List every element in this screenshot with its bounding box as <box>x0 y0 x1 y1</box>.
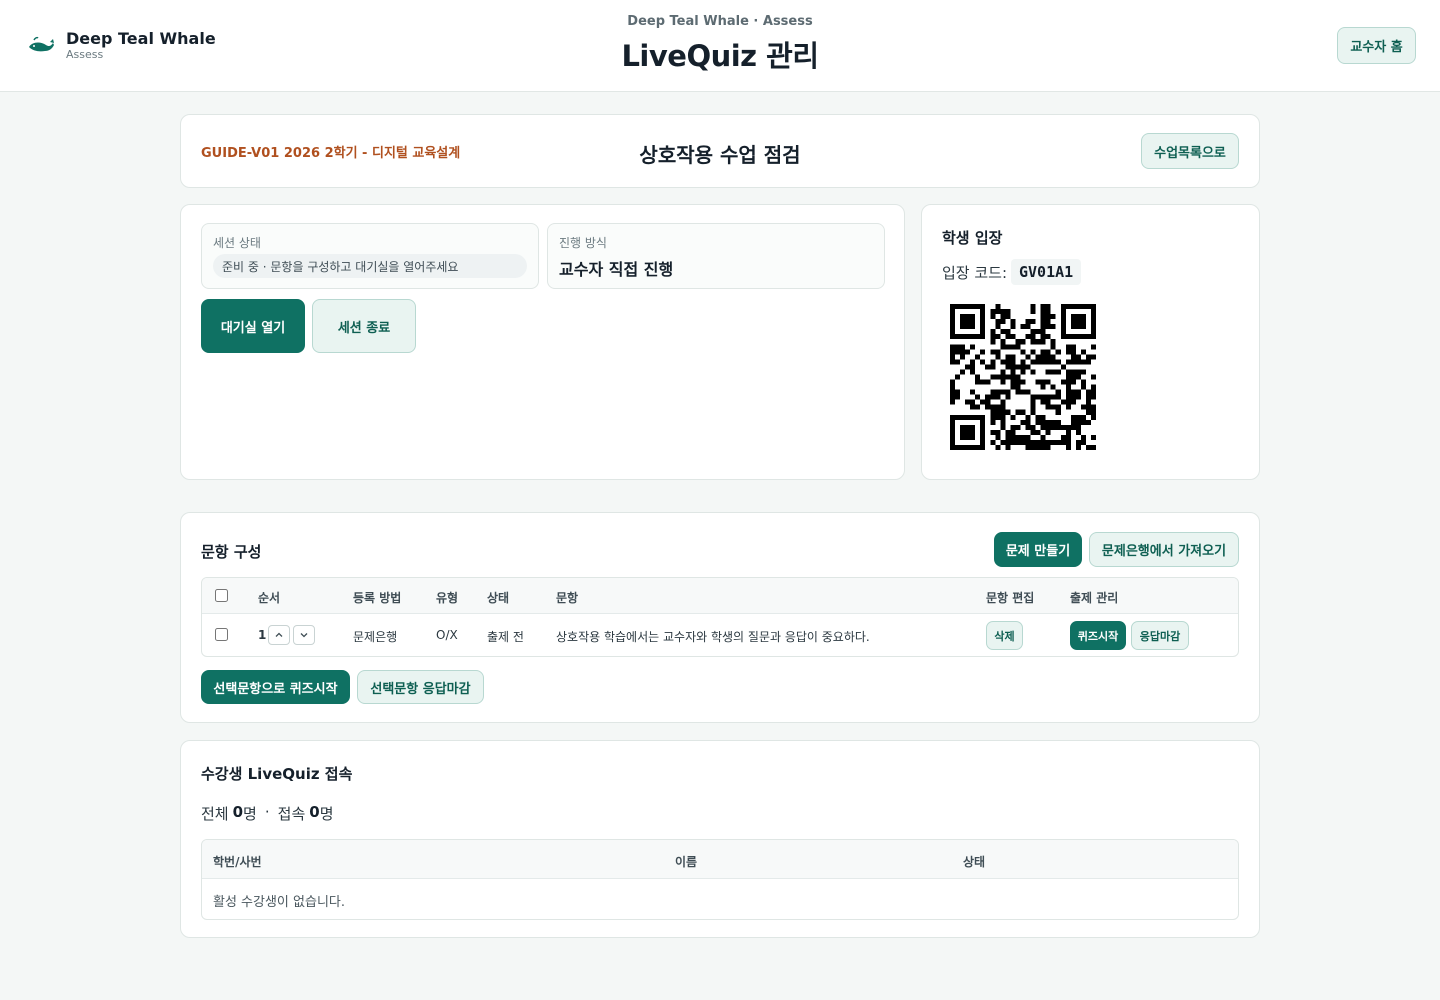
col-method: 등록 방법 <box>353 591 402 605</box>
session-mode-box: 진행 방식 교수자 직접 진행 <box>547 223 885 289</box>
create-question-button[interactable]: 문제 만들기 <box>994 532 1082 567</box>
session-status-label: 세션 상태 <box>213 236 261 250</box>
col-order: 순서 <box>258 591 281 605</box>
course-list-button[interactable]: 수업목록으로 <box>1141 133 1239 169</box>
col-manage: 출제 관리 <box>1070 591 1119 605</box>
select-all-checkbox[interactable] <box>215 589 228 602</box>
row-order: 1 <box>258 628 267 642</box>
total-unit: 명 <box>243 805 257 823</box>
col-student-status: 상태 <box>963 855 986 869</box>
table-header-row: 순서 등록 방법 유형 상태 문항 문항 편집 출제 관리 <box>202 578 1238 614</box>
students-table: 학번/사번 이름 상태 활성 수강생이 없습니다. <box>201 839 1239 920</box>
session-mode-label: 진행 방식 <box>559 236 607 250</box>
col-type: 유형 <box>436 591 459 605</box>
student-entry-card: 학생 입장 입장 코드: GV01A1 <box>921 204 1260 480</box>
connected-label: 접속 <box>277 805 306 823</box>
open-waiting-room-button[interactable]: 대기실 열기 <box>201 299 305 353</box>
questions-table: 순서 등록 방법 유형 상태 문항 문항 편집 출제 관리 1 문제은행 O/X… <box>201 577 1239 657</box>
student-entry-title: 학생 입장 <box>942 229 1003 247</box>
col-question: 문항 <box>556 591 579 605</box>
row-checkbox[interactable] <box>215 628 228 641</box>
move-up-button[interactable] <box>268 625 290 645</box>
brand[interactable]: Deep Teal Whale Assess <box>26 30 216 61</box>
close-selected-responses-button[interactable]: 선택문항 응답마감 <box>357 670 484 704</box>
questions-title: 문항 구성 <box>201 543 262 561</box>
connected-unit: 명 <box>319 805 334 823</box>
empty-students-message: 활성 수강생이 없습니다. <box>213 895 345 910</box>
import-from-bank-button[interactable]: 문제은행에서 가져오기 <box>1089 532 1239 567</box>
start-selected-quiz-button[interactable]: 선택문항으로 퀴즈시작 <box>201 670 350 704</box>
session-status-badge: 준비 중 · 문항을 구성하고 대기실을 열어주세요 <box>213 254 527 278</box>
session-card: 세션 상태 준비 중 · 문항을 구성하고 대기실을 열어주세요 진행 방식 교… <box>180 204 905 480</box>
row-question-text: 상호작용 학습에서는 교수자와 학생의 질문과 응답이 중요하다. <box>556 630 870 644</box>
course-title: 상호작용 수업 점검 <box>639 143 801 167</box>
move-down-button[interactable] <box>293 625 315 645</box>
entry-code-label: 입장 코드: <box>942 264 1008 282</box>
col-student-id: 학번/사번 <box>213 855 262 869</box>
whale-logo-icon <box>26 31 56 61</box>
row-status: 출제 전 <box>487 630 524 644</box>
col-student-name: 이름 <box>675 855 698 869</box>
brand-subtitle: Assess <box>66 48 104 61</box>
col-status: 상태 <box>487 591 510 605</box>
student-count-summary: 전체 0명 · 접속 0명 <box>201 803 334 824</box>
row-method: 문제은행 <box>353 630 398 644</box>
close-responses-button[interactable]: 응답마감 <box>1131 621 1189 650</box>
brand-name: Deep Teal Whale <box>66 29 216 48</box>
chevron-up-icon <box>275 632 283 637</box>
page-title: LiveQuiz 관리 <box>621 39 819 73</box>
total-count: 0 <box>232 803 244 821</box>
total-label: 전체 <box>201 805 229 823</box>
course-header-card: GUIDE-V01 2026 2학기 - 디지털 교육설계 상호작용 수업 점검… <box>180 114 1260 188</box>
table-row: 1 문제은행 O/X 출제 전 상호작용 학습에서는 교수자와 학생의 질문과 … <box>202 614 1238 656</box>
students-title: 수강생 LiveQuiz 접속 <box>201 765 353 783</box>
chevron-down-icon <box>300 633 308 638</box>
entry-code: GV01A1 <box>1011 259 1082 285</box>
session-status-box: 세션 상태 준비 중 · 문항을 구성하고 대기실을 열어주세요 <box>201 223 539 289</box>
page-header: Deep Teal Whale · Assess LiveQuiz 관리 <box>420 14 1020 75</box>
qr-code-icon <box>950 304 1096 450</box>
session-mode-value: 교수자 직접 진행 <box>559 260 674 279</box>
questions-card: 문항 구성 문제 만들기 문제은행에서 가져오기 순서 등록 방법 유형 상태 … <box>180 512 1260 723</box>
row-type: O/X <box>436 628 458 642</box>
students-card: 수강생 LiveQuiz 접속 전체 0명 · 접속 0명 학번/사번 이름 상… <box>180 740 1260 938</box>
top-bar: Deep Teal Whale Assess Deep Teal Whale ·… <box>0 0 1440 92</box>
count-separator: · <box>264 803 270 821</box>
delete-question-button[interactable]: 삭제 <box>986 621 1023 650</box>
instructor-home-button[interactable]: 교수자 홈 <box>1337 27 1416 64</box>
connected-count: 0 <box>309 803 320 821</box>
page-kicker: Deep Teal Whale · Assess <box>627 14 813 29</box>
students-table-header: 학번/사번 이름 상태 <box>202 840 1238 879</box>
col-edit: 문항 편집 <box>986 591 1035 605</box>
end-session-button[interactable]: 세션 종료 <box>312 299 416 353</box>
start-quiz-button[interactable]: 퀴즈시작 <box>1070 621 1126 650</box>
